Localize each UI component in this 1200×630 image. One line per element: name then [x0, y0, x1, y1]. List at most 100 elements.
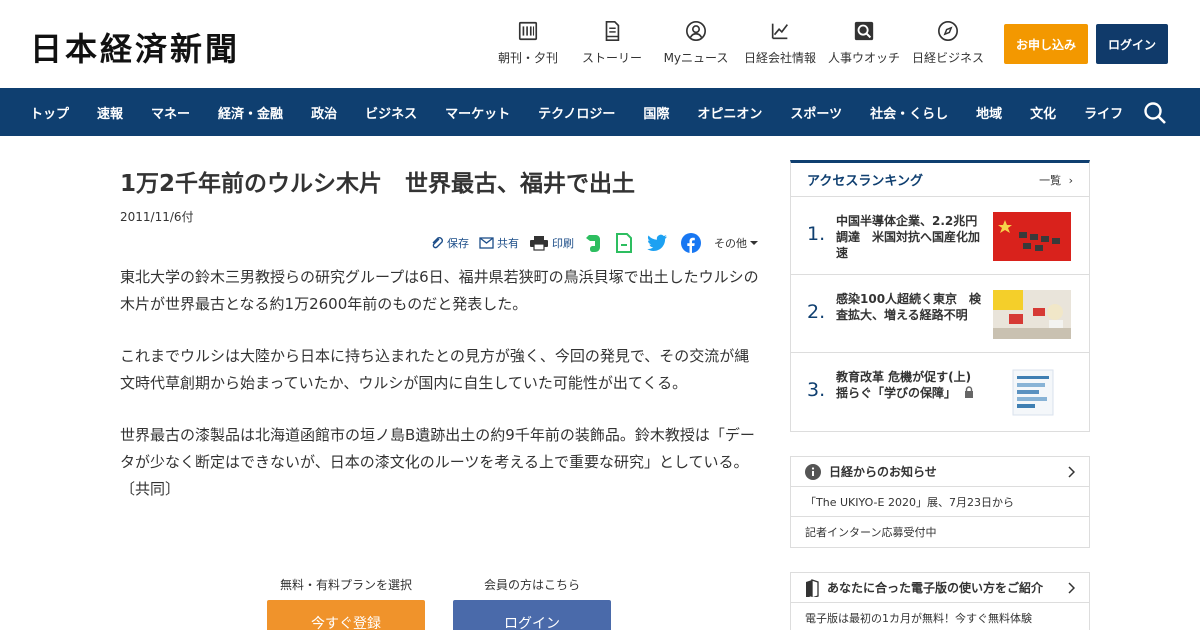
rank-headline: 教育改革 危機が促す(上) 揺らぐ「学びの保障」	[836, 369, 984, 401]
guide-item[interactable]: 電子版は最初の1カ月が無料！今すぐ無料体験	[791, 603, 1089, 630]
nav-item-opinion[interactable]: オピニオン	[683, 103, 776, 122]
nav-item-culture[interactable]: 文化	[1016, 103, 1070, 122]
twitter-button[interactable]	[646, 234, 671, 252]
article-paragraph: 東北大学の鈴木三男教授らの研究グループは6日、福井県若狭町の鳥浜貝塚で出土したウ…	[120, 268, 759, 313]
util-item-company-info[interactable]: 日経会社情報	[744, 18, 816, 66]
rank-number: 3.	[807, 379, 826, 401]
article-title: 1万2千年前のウルシ木片 世界最古、福井で出土	[120, 171, 636, 197]
utility-nav: 朝刊・夕刊 ストーリー Myニュース 日経会社情報 人事ウオッチ 日経ビジネス	[486, 18, 990, 66]
nav-item-politics[interactable]: 政治	[297, 103, 351, 122]
compass-icon	[935, 18, 961, 44]
article-paragraph: 世界最古の漆製品は北海道函館市の垣ノ島B遺跡出土の約9千年前の装飾品。鈴木教授は…	[120, 426, 755, 498]
util-label: Myニュース	[663, 51, 729, 65]
nav-item-international[interactable]: 国際	[629, 103, 683, 122]
nav-item-society[interactable]: 社会・くらし	[856, 103, 962, 122]
other-share-dropdown[interactable]: その他	[714, 235, 762, 251]
chart-icon	[767, 18, 793, 44]
top-header: 日本経済新聞 朝刊・夕刊 ストーリー Myニュース 日経会社情報 人事ウオッチ …	[0, 0, 1200, 88]
register-caption: 無料・有料プランを選択	[279, 578, 412, 592]
facebook-button[interactable]	[681, 233, 704, 253]
nav-item-breaking[interactable]: 速報	[83, 103, 137, 122]
member-caption: 会員の方はこちら	[483, 578, 580, 592]
guide-title: あなたに合った電子版の使い方をご紹介	[827, 581, 1044, 595]
facebook-icon	[681, 233, 701, 253]
ranking-more-label: 一覧	[1039, 173, 1062, 187]
rank-thumbnail	[993, 212, 1071, 261]
register-now-button[interactable]: 今すぐ登録	[267, 600, 425, 630]
util-label: 日経会社情報	[744, 51, 817, 65]
digital-guide: あなたに合った電子版の使い方をご紹介 電子版は最初の1カ月が無料！今すぐ無料体験	[790, 572, 1090, 630]
info-icon	[805, 463, 821, 480]
lock-icon	[965, 386, 974, 398]
rank-thumbnail	[993, 290, 1071, 339]
nav-item-technology[interactable]: テクノロジー	[524, 103, 629, 122]
util-label: 朝刊・夕刊	[497, 51, 558, 65]
printer-icon	[530, 236, 548, 251]
util-item-nikkei-business[interactable]: 日経ビジネス	[912, 18, 984, 66]
search-person-icon	[851, 18, 877, 44]
ranking-item[interactable]: 3. 教育改革 危機が促す(上) 揺らぐ「学びの保障」	[791, 353, 1089, 431]
twitter-icon	[647, 234, 667, 251]
caret-down-icon	[750, 241, 758, 245]
notice-item[interactable]: 記者インターン応募受付中	[791, 517, 1089, 547]
nav-item-top[interactable]: トップ	[16, 103, 83, 122]
chevron-right-icon	[1068, 466, 1075, 478]
ranking-more-link[interactable]: 一覧 ›	[1039, 172, 1073, 188]
evernote-button[interactable]	[584, 233, 605, 253]
rank-number: 1.	[807, 223, 826, 245]
share-bar: 保存 共有 印刷 その他	[420, 232, 762, 254]
nav-item-money[interactable]: マネー	[137, 103, 204, 122]
register-column: 無料・有料プランを選択 今すぐ登録	[267, 576, 425, 630]
user-icon	[683, 18, 709, 44]
util-item-morning-evening[interactable]: 朝刊・夕刊	[492, 18, 564, 66]
search-icon[interactable]	[1142, 100, 1168, 126]
rank-headline: 中国半導体企業、2.2兆円調達 米国対抗へ国産化加速	[836, 214, 981, 260]
util-label: 日経ビジネス	[912, 51, 985, 65]
util-label: ストーリー	[581, 51, 642, 65]
nav-item-region[interactable]: 地域	[962, 103, 1016, 122]
access-ranking: アクセスランキング 一覧 › 1. 中国半導体企業、2.2兆円調達 米国対抗へ国…	[790, 160, 1090, 432]
util-label: 人事ウオッチ	[828, 51, 901, 65]
rank-number: 2.	[807, 301, 826, 323]
ranking-item[interactable]: 1. 中国半導体企業、2.2兆円調達 米国対抗へ国産化加速	[791, 197, 1089, 275]
nav-item-business[interactable]: ビジネス	[351, 103, 431, 122]
signup-cta: 無料・有料プランを選択 今すぐ登録 会員の方はこちら ログイン	[267, 576, 639, 630]
nav-item-sports[interactable]: スポーツ	[776, 103, 856, 122]
util-item-story[interactable]: ストーリー	[576, 18, 648, 66]
bookmark-button[interactable]	[615, 233, 636, 253]
main-nav: トップ 速報 マネー 経済・金融 政治 ビジネス マーケット テクノロジー 国際…	[0, 88, 1200, 136]
share-label: 共有	[497, 237, 519, 250]
apply-button[interactable]: お申し込み	[1004, 24, 1088, 64]
ranking-title: アクセスランキング	[807, 174, 923, 189]
nav-item-economy[interactable]: 経済・金融	[204, 103, 297, 122]
save-button[interactable]: 保存	[430, 235, 469, 251]
member-login-button[interactable]: ログイン	[453, 600, 611, 630]
newspaper-icon	[515, 18, 541, 44]
share-button[interactable]: 共有	[479, 235, 519, 251]
rank-headline-text: 教育改革 危機が促す(上) 揺らぐ「学びの保障」	[836, 370, 972, 400]
article: 1万2千年前のウルシ木片 世界最古、福井で出土 2011/11/6付 保存 共有…	[120, 160, 760, 630]
nav-item-market[interactable]: マーケット	[431, 103, 524, 122]
notice-item[interactable]: 「The UKIYO-E 2020」展、7月23日から	[791, 487, 1089, 517]
nikkei-logo[interactable]: 日本経済新聞	[30, 24, 240, 70]
save-label: 保存	[447, 237, 469, 250]
main-nav-list: トップ 速報 マネー 経済・金融 政治 ビジネス マーケット テクノロジー 国際…	[16, 88, 1137, 136]
guide-header[interactable]: あなたに合った電子版の使い方をご紹介	[791, 573, 1089, 603]
mail-icon	[479, 237, 494, 249]
member-login-column: 会員の方はこちら ログイン	[453, 576, 611, 630]
other-label: その他	[714, 237, 747, 250]
rank-headline: 感染100人超続く東京 検査拡大、増える経路不明	[836, 292, 982, 322]
print-button[interactable]: 印刷	[529, 235, 574, 251]
print-label: 印刷	[552, 237, 574, 250]
util-item-my-news[interactable]: Myニュース	[660, 18, 732, 66]
ranking-item[interactable]: 2. 感染100人超続く東京 検査拡大、増える経路不明	[791, 275, 1089, 353]
bookmark-icon	[616, 233, 632, 253]
clip-icon	[432, 237, 443, 249]
notice-header[interactable]: 日経からのお知らせ	[791, 457, 1089, 487]
login-button[interactable]: ログイン	[1096, 24, 1168, 64]
ranking-header: アクセスランキング 一覧 ›	[791, 163, 1089, 197]
nav-item-life[interactable]: ライフ	[1070, 103, 1137, 122]
evernote-icon	[586, 235, 600, 252]
util-item-personnel-watch[interactable]: 人事ウオッチ	[828, 18, 900, 66]
chevron-right-icon: ›	[1068, 173, 1073, 187]
